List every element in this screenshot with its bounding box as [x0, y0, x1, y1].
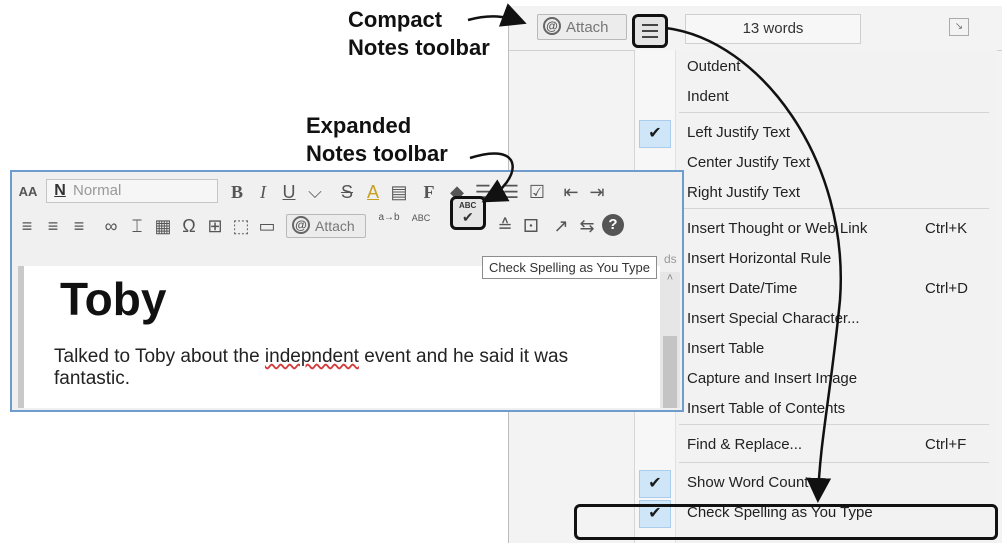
- arrow-to-menu-item: [665, 26, 843, 503]
- arrow-compact: [467, 3, 527, 27]
- arrow-expanded: [469, 152, 514, 203]
- annotation-arrows: [467, 3, 843, 503]
